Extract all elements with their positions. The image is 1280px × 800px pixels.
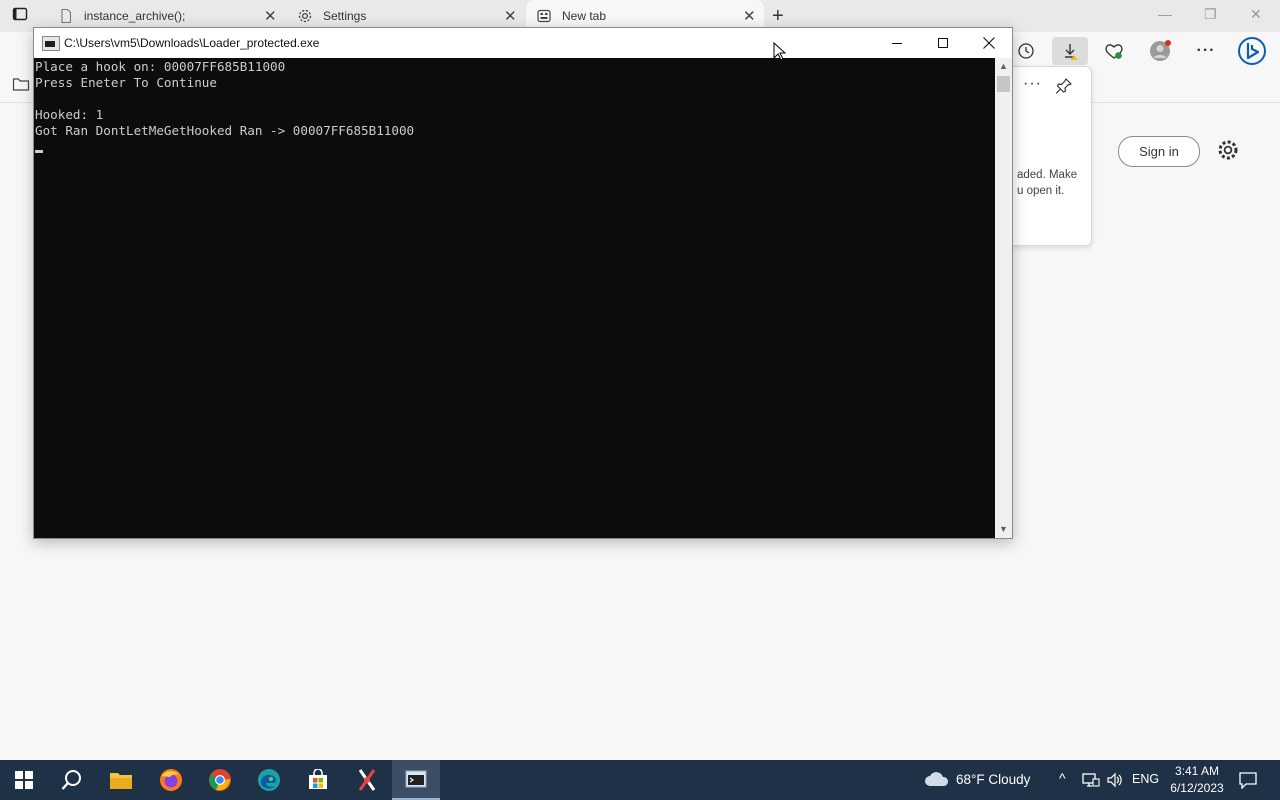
browser-essentials-icon[interactable] <box>1100 37 1128 65</box>
page-settings-gear-icon[interactable] <box>1216 138 1240 162</box>
console-line: Got Ran DontLetMeGetHooked Ran -> 00007F… <box>35 123 415 138</box>
downloads-icon[interactable] <box>1052 37 1088 65</box>
browser-restore-button[interactable]: ❐ <box>1204 6 1217 23</box>
scroll-down-arrow-icon[interactable]: ▼ <box>995 521 1012 538</box>
new-tab-button[interactable]: + <box>772 5 784 28</box>
console-taskbar-button[interactable] <box>392 760 440 800</box>
store-icon[interactable] <box>294 760 342 800</box>
taskbar: 68°F Cloudy ^ ENG 3:41 AM 6/12/2023 <box>0 760 1280 800</box>
edge-icon[interactable] <box>245 760 293 800</box>
pin-icon[interactable] <box>1055 77 1073 95</box>
console-window[interactable]: C:\Users\vm5\Downloads\Loader_protected.… <box>33 27 1013 539</box>
firefox-icon[interactable] <box>147 760 195 800</box>
console-text-cursor <box>35 150 43 153</box>
notifications-icon[interactable] <box>1238 771 1258 794</box>
tab-label: instance_archive(); <box>84 9 186 23</box>
collections-folder-icon[interactable] <box>12 76 30 97</box>
tab-close-icon[interactable]: ✕ <box>743 7 756 25</box>
scroll-thumb[interactable] <box>997 76 1010 92</box>
console-titlebar[interactable]: C:\Users\vm5\Downloads\Loader_protected.… <box>34 28 1012 58</box>
gear-icon <box>297 8 313 24</box>
clock[interactable]: 3:41 AM 6/12/2023 <box>1160 763 1234 797</box>
console-line: Hooked: 1 <box>35 107 104 122</box>
scroll-up-arrow-icon[interactable]: ▲ <box>995 58 1012 75</box>
weather-cloud-icon[interactable] <box>924 770 950 793</box>
console-title: C:\Users\vm5\Downloads\Loader_protected.… <box>64 36 320 50</box>
console-line: Place a hook on: 00007FF685B11000 <box>35 59 286 74</box>
volume-icon[interactable] <box>1106 772 1124 793</box>
profile-avatar-icon[interactable] <box>1146 37 1174 65</box>
tray-chevron-up-icon[interactable]: ^ <box>1059 770 1066 786</box>
newtab-icon <box>536 8 552 24</box>
clock-time: 3:41 AM <box>1174 764 1220 778</box>
console-maximize-button[interactable] <box>920 28 966 58</box>
tab-label: New tab <box>562 9 607 23</box>
console-minimize-button[interactable] <box>874 28 920 58</box>
tab-close-icon[interactable]: ✕ <box>504 7 517 25</box>
downloads-more-icon[interactable]: ··· <box>1023 75 1042 93</box>
sign-in-button[interactable]: Sign in <box>1118 136 1200 167</box>
console-scrollbar[interactable]: ▲ ▼ <box>995 58 1012 538</box>
input-language[interactable]: ENG <box>1132 772 1159 786</box>
browser-close-button[interactable]: ✕ <box>1250 6 1262 23</box>
browser-minimize-button[interactable]: — <box>1158 6 1172 22</box>
document-icon <box>58 8 74 24</box>
tab-actions-icon[interactable] <box>12 6 36 26</box>
bing-copilot-icon[interactable] <box>1236 35 1268 67</box>
console-app-icon <box>42 36 60 51</box>
start-icon[interactable] <box>0 760 48 800</box>
chrome-icon[interactable] <box>196 760 244 800</box>
history-icon[interactable] <box>1012 37 1040 65</box>
more-options-icon[interactable]: ··· <box>1192 37 1220 65</box>
clock-date: 6/12/2023 <box>1170 781 1224 795</box>
weather-text[interactable]: 68°F Cloudy <box>956 772 1030 787</box>
network-icon[interactable] <box>1082 772 1100 793</box>
tab-label: Settings <box>323 9 367 23</box>
downloads-message: aded. Make u open it. <box>1017 169 1078 197</box>
mouse-pointer-icon <box>773 41 787 67</box>
console-output[interactable]: Place a hook on: 00007FF685B11000 Press … <box>34 58 995 538</box>
search-icon[interactable] <box>48 760 96 800</box>
console-close-button[interactable] <box>966 28 1012 58</box>
file-explorer-icon[interactable] <box>97 760 145 800</box>
downloads-panel: ··· aded. Make u open it. <box>1010 66 1092 246</box>
tool-icon[interactable] <box>343 760 391 800</box>
tab-close-icon[interactable]: ✕ <box>264 7 277 25</box>
console-line: Press Eneter To Continue <box>35 75 217 90</box>
